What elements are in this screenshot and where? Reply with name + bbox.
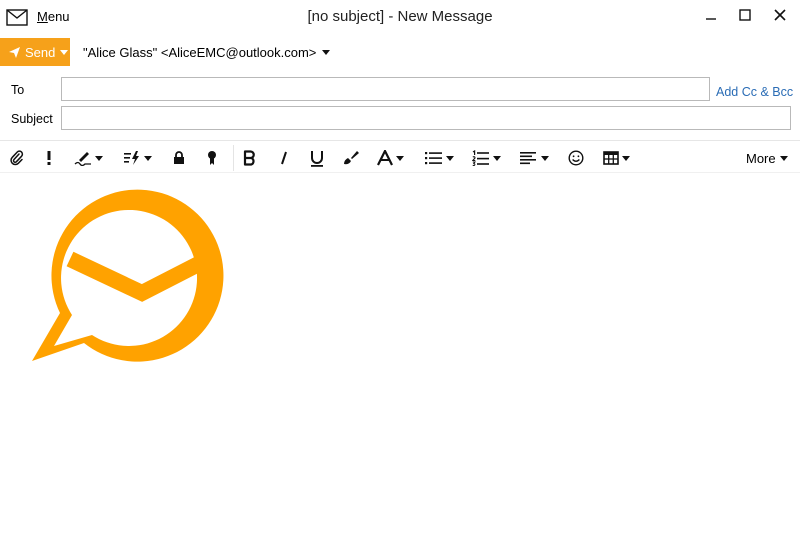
- to-input[interactable]: [61, 77, 710, 101]
- formatting-toolbar: More: [0, 140, 800, 173]
- maximize-icon: [739, 9, 751, 21]
- priority-icon: [47, 151, 51, 165]
- bold-icon: [243, 150, 255, 166]
- emclient-logo: [32, 189, 224, 362]
- sign-button[interactable]: [205, 147, 219, 169]
- font-icon: [377, 150, 393, 166]
- chevron-down-icon: [541, 155, 549, 161]
- signature-icon: [74, 152, 91, 166]
- table-button[interactable]: [603, 147, 630, 169]
- lock-icon: [174, 151, 184, 164]
- from-selector[interactable]: "Alice Glass" <AliceEMC@outlook.com>: [83, 45, 331, 60]
- chevron-down-icon: [144, 155, 152, 161]
- more-label: More: [746, 151, 776, 166]
- underline-icon: [311, 150, 323, 167]
- bullet-list-icon: [425, 152, 442, 165]
- chevron-down-icon: [446, 155, 454, 161]
- quick-text-icon: [124, 151, 139, 165]
- signature-button[interactable]: [74, 147, 103, 169]
- bullet-list-button[interactable]: [425, 147, 454, 169]
- attach-icon: [10, 150, 24, 166]
- numbered-list-button[interactable]: [472, 147, 501, 169]
- chevron-down-icon: [60, 49, 69, 55]
- toolbar-divider: [233, 145, 234, 171]
- italic-icon: [281, 151, 287, 165]
- close-button[interactable]: [768, 5, 792, 25]
- ribbon-seal-icon: [208, 151, 216, 165]
- underline-button[interactable]: [309, 147, 325, 169]
- more-button[interactable]: More: [746, 151, 788, 166]
- bold-button[interactable]: [243, 147, 257, 169]
- window-title: [no subject] - New Message: [307, 8, 493, 25]
- minimize-icon: [706, 18, 716, 20]
- chevron-down-icon: [622, 155, 630, 161]
- encrypt-button[interactable]: [172, 147, 186, 169]
- chevron-down-icon: [779, 156, 788, 161]
- maximize-button[interactable]: [733, 5, 757, 25]
- chevron-down-icon: [322, 50, 331, 55]
- add-cc-bcc-link[interactable]: Add Cc & Bcc: [716, 85, 793, 99]
- numbered-list-icon: [472, 150, 489, 166]
- title-bar: Menu [no subject] - New Message: [0, 0, 800, 34]
- paper-plane-icon: [9, 46, 20, 58]
- close-icon: [774, 9, 786, 21]
- to-label: To: [11, 83, 25, 97]
- align-button[interactable]: [520, 147, 549, 169]
- paintbrush-icon: [344, 151, 359, 165]
- font-button[interactable]: [377, 147, 404, 169]
- subject-label: Subject: [11, 112, 53, 126]
- chevron-down-icon: [396, 155, 404, 161]
- emoji-button[interactable]: [568, 147, 584, 169]
- chevron-down-icon: [493, 155, 501, 161]
- attach-button[interactable]: [10, 147, 24, 169]
- chevron-down-icon: [95, 155, 103, 161]
- italic-button[interactable]: [278, 147, 290, 169]
- from-address: "Alice Glass" <AliceEMC@outlook.com>: [83, 45, 317, 60]
- table-icon: [603, 151, 619, 165]
- send-button[interactable]: Send: [0, 38, 70, 66]
- smiley-icon: [568, 150, 584, 166]
- subject-input[interactable]: [61, 106, 791, 130]
- quick-text-button[interactable]: [123, 147, 152, 169]
- send-label: Send: [25, 44, 56, 60]
- send-bar: Send "Alice Glass" <AliceEMC@outlook.com…: [0, 38, 800, 68]
- minimize-button[interactable]: [699, 5, 723, 25]
- priority-button[interactable]: [45, 147, 53, 169]
- format-painter-button[interactable]: [342, 147, 360, 169]
- align-left-icon: [520, 152, 536, 165]
